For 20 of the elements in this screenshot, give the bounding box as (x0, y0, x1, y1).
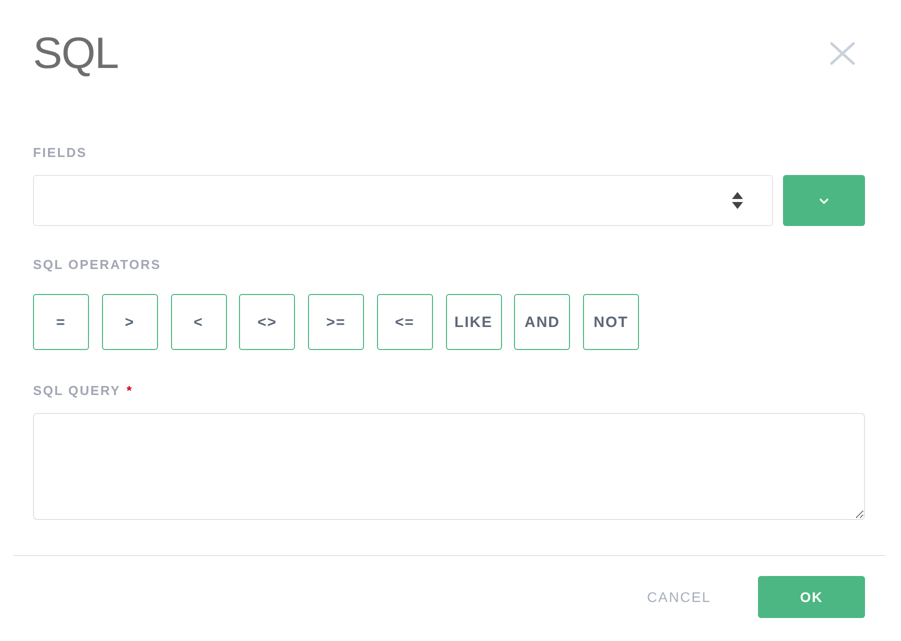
operator-button[interactable]: <= (376, 294, 433, 350)
query-field[interactable] (33, 413, 865, 520)
dropdown-button[interactable] (783, 175, 865, 226)
field-label: FIELDS (33, 145, 88, 161)
fields-select[interactable] (33, 175, 773, 226)
field-label: SQL QUERY (33, 383, 121, 399)
operator-button[interactable]: <> (239, 294, 296, 350)
operator-button[interactable]: > (102, 294, 158, 350)
operator-button[interactable]: = (33, 294, 89, 350)
up-down-arrows-icon (732, 192, 743, 209)
required-asterisk: * (126, 383, 132, 399)
chevron-down-icon (819, 198, 829, 204)
operator-button[interactable]: < (170, 294, 226, 350)
close-icon[interactable] (830, 42, 855, 64)
dialog-title: SQL (33, 28, 118, 80)
operator-button[interactable]: LIKE (446, 294, 502, 350)
field-label: SQL OPERATORS (33, 257, 162, 273)
operator-button[interactable]: NOT (583, 294, 639, 350)
operator-button[interactable]: >= (308, 294, 364, 350)
operator-button[interactable]: AND (514, 294, 570, 350)
